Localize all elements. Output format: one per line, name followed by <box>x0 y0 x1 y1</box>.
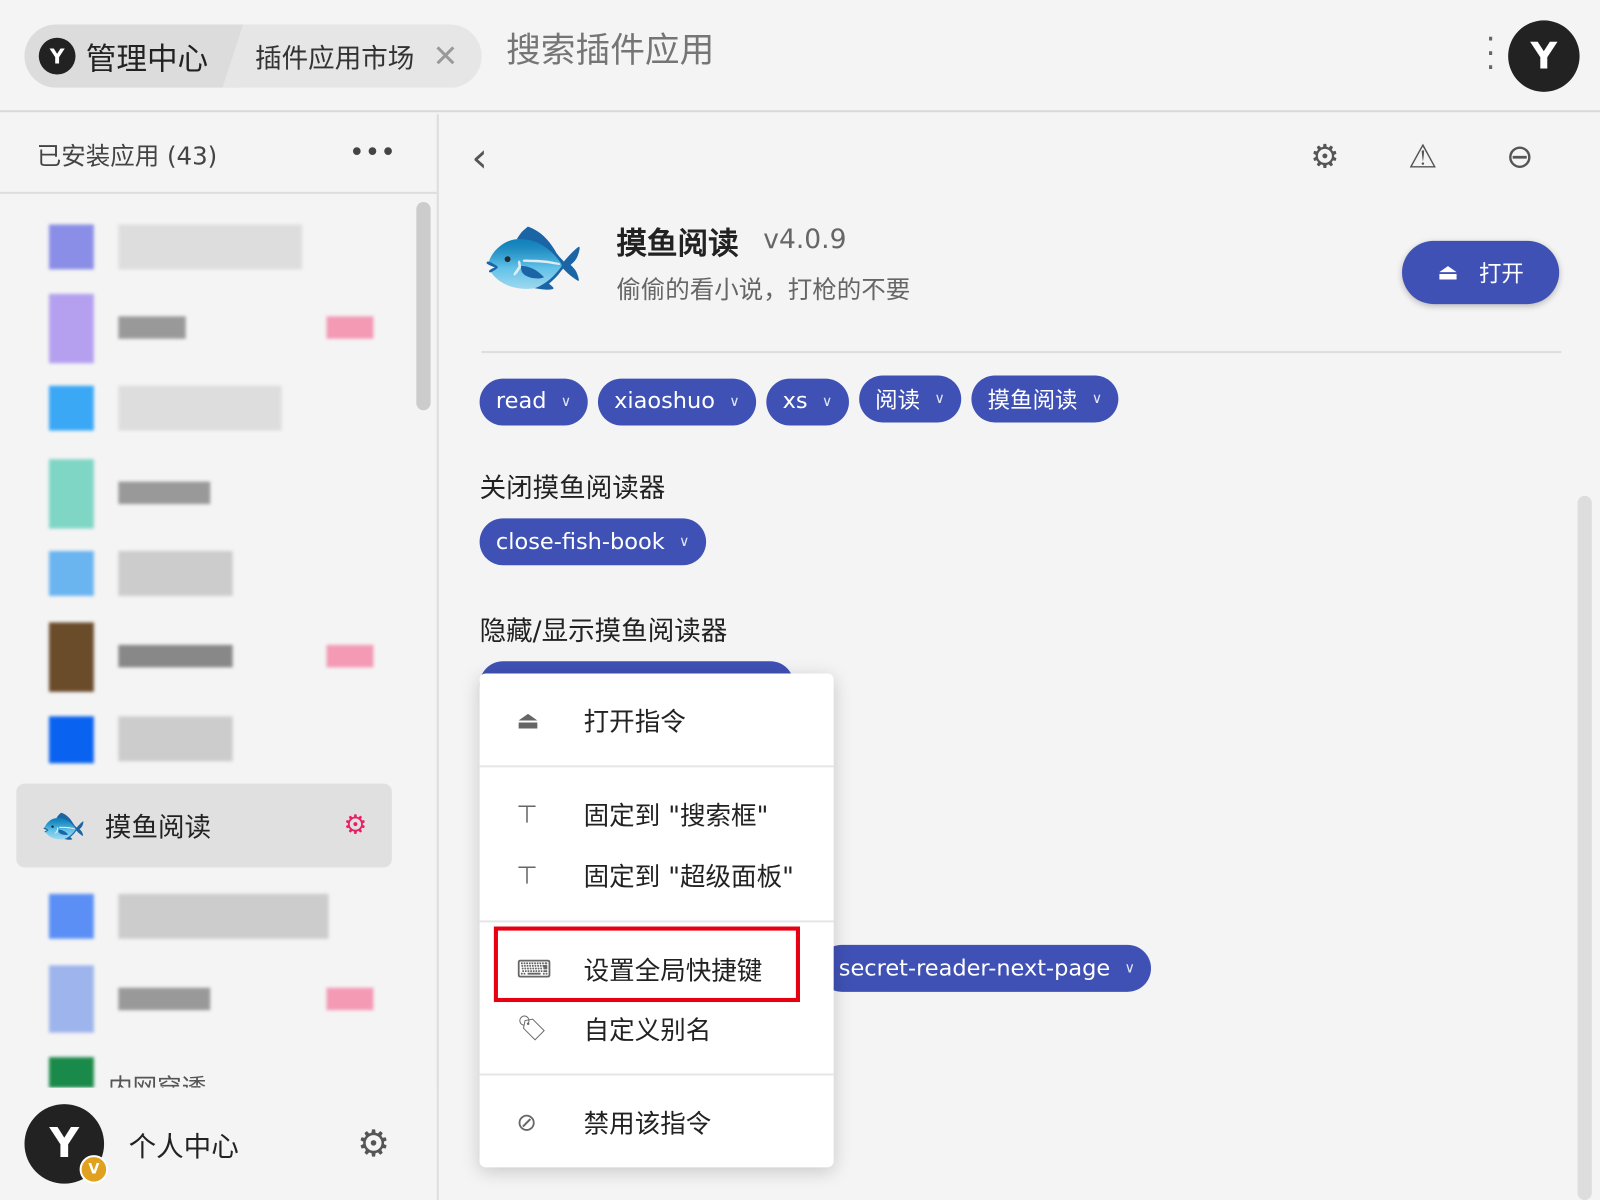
menu-item-label: 固定到 "超级面板" <box>583 862 794 892</box>
menu-item-alias[interactable]: 🏷 自定义别名 <box>480 1000 834 1057</box>
vip-badge: V <box>79 1155 109 1184</box>
blurred-app-list <box>0 114 408 1094</box>
menu-item-pin-search[interactable]: ⊤ 固定到 "搜索框" <box>480 786 834 843</box>
plugin-version: v4.0.9 <box>763 224 847 256</box>
fish-icon: 🐟 <box>40 805 87 847</box>
open-button[interactable]: ⏏ 打开 <box>1402 240 1560 305</box>
personal-center[interactable]: Y V 个人中心 ⚙ <box>0 1087 437 1200</box>
keyword-chip[interactable]: xiaoshuo ∨ <box>597 378 757 425</box>
partial-app-label: 内网穿透 <box>108 1073 207 1088</box>
eject-icon: ⏏ <box>1437 259 1459 286</box>
block-icon: ⊘ <box>516 1108 537 1137</box>
personal-center-label: 个人中心 <box>128 1131 239 1163</box>
gear-icon[interactable]: ⚙ <box>1310 137 1339 176</box>
menu-item-disable[interactable]: ⊘ 禁用该指令 <box>480 1094 834 1151</box>
sidebar-item-fish-reader[interactable]: 🐟 摸鱼阅读 ⚙ <box>16 783 392 868</box>
chevron-down-icon: ∨ <box>821 393 833 410</box>
plugin-name: 摸鱼阅读 <box>616 226 739 263</box>
eject-icon: ⏏ <box>516 706 540 735</box>
keyword-chip[interactable]: read ∨ <box>479 378 588 425</box>
pin-icon: ⊤ <box>516 799 538 829</box>
menu-item-open-command[interactable]: ⏏ 打开指令 <box>480 692 834 749</box>
avatar: Y V <box>24 1104 109 1184</box>
chip-label: 阅读 <box>875 388 921 415</box>
menu-item-label: 固定到 "搜索框" <box>583 801 769 831</box>
menu-item-label: 自定义别名 <box>583 1015 712 1045</box>
fish-logo-icon: 🐟 <box>479 205 587 306</box>
chevron-down-icon: ∨ <box>1091 390 1103 408</box>
app-logo-icon: Y <box>38 37 76 75</box>
keyword-chip[interactable]: 阅读 ∨ <box>858 375 962 423</box>
breadcrumb-plugin-market[interactable]: 插件应用市场 ✕ <box>222 24 482 88</box>
chip-label: xiaoshuo <box>614 388 715 415</box>
divider <box>481 351 1562 354</box>
chevron-down-icon: ∨ <box>679 533 690 550</box>
keyword-chip[interactable]: secret-reader-next-page ∨ <box>818 944 1152 992</box>
user-avatar[interactable]: Y <box>1508 20 1580 92</box>
chip-label: secret-reader-next-page <box>838 955 1111 982</box>
plugin-chip-icon: ⚙ <box>343 810 368 841</box>
sidebar: 已安装应用 (43) ••• 内网穿透 🐟 摸鱼阅读 ⚙ Y V 个人中心 ⚙ <box>0 114 439 1200</box>
gear-icon[interactable]: ⚙ <box>357 1123 390 1165</box>
open-button-label: 打开 <box>1478 262 1524 288</box>
menu-item-label: 禁用该指令 <box>583 1109 712 1139</box>
warning-icon[interactable]: ⚠ <box>1408 137 1437 176</box>
sidebar-item-label: 摸鱼阅读 <box>104 812 212 844</box>
keyword-chip[interactable]: close-fish-book ∨ <box>479 518 706 566</box>
menu-item-label: 打开指令 <box>583 707 686 737</box>
pin-icon: ⊤ <box>516 861 538 890</box>
chevron-down-icon: ∨ <box>729 393 740 410</box>
menu-item-pin-panel[interactable]: ⊤ 固定到 "超级面板" <box>480 847 834 904</box>
close-icon[interactable]: ✕ <box>433 38 459 74</box>
more-vertical-icon[interactable]: · · · <box>1486 24 1496 83</box>
keyword-chip[interactable]: xs ∨ <box>766 378 849 425</box>
divider <box>479 920 834 923</box>
chip-label: read <box>495 388 547 415</box>
chevron-down-icon: ∨ <box>560 393 572 410</box>
label-tag-icon: 🏷 <box>516 1014 548 1043</box>
plugin-description: 偷偷的看小说，打枪的不要 <box>616 275 911 305</box>
minus-circle-icon[interactable]: ⊖ <box>1506 137 1533 176</box>
top-bar: Y 管理中心 插件应用市场 ✕ ··· Y <box>0 0 1600 113</box>
keyword-chip[interactable]: 摸鱼阅读 ∨ <box>971 375 1119 423</box>
chip-label: 摸鱼阅读 <box>987 388 1078 415</box>
breadcrumb-label: 管理中心 <box>85 41 209 78</box>
section-title: 隐藏/显示摸鱼阅读器 <box>479 616 728 647</box>
section-title: 关闭摸鱼阅读器 <box>479 473 666 505</box>
back-chevron-icon[interactable]: ‹ <box>471 135 487 182</box>
divider <box>479 765 834 768</box>
highlight-box <box>493 926 800 1003</box>
keywords-row: read ∨ xiaoshuo ∨ xs ∨ 阅读 ∨ 摸鱼阅读 ∨ <box>479 375 1129 425</box>
chip-label: xs <box>782 388 808 415</box>
chip-label: close-fish-book <box>495 529 665 555</box>
detail-scrollbar[interactable] <box>1577 495 1592 1200</box>
search-input[interactable] <box>506 30 1221 72</box>
breadcrumb-admin-center[interactable]: Y 管理中心 <box>24 24 260 88</box>
context-menu: ⏏ 打开指令 ⊤ 固定到 "搜索框" ⊤ 固定到 "超级面板" ⌨ 设置全局快捷键 🏷 自… <box>479 673 834 1168</box>
divider <box>479 1073 834 1076</box>
chevron-down-icon: ∨ <box>934 390 945 408</box>
scrollbar[interactable] <box>416 202 431 411</box>
breadcrumb-label: 插件应用市场 <box>255 43 415 74</box>
chevron-down-icon: ∨ <box>1124 960 1135 977</box>
